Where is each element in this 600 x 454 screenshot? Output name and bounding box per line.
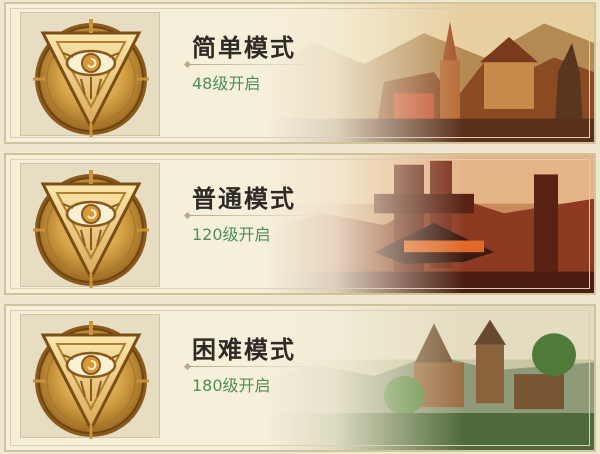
mode-emblem-frame [20, 314, 160, 438]
mode-emblem-frame [20, 163, 160, 287]
mode-card-normal[interactable]: 普通模式 120级开启 [4, 153, 596, 295]
mode-card-easy[interactable]: 简单模式 48级开启 [4, 2, 596, 144]
eye-triangle-emblem-icon [29, 166, 153, 290]
unlock-level-text: 48级开启 [192, 74, 261, 93]
mode-card-hard[interactable]: 困难模式 180级开启 [4, 304, 596, 452]
unlock-level-text: 180级开启 [192, 376, 271, 395]
mode-emblem-frame [20, 12, 160, 136]
mode-title: 困难模式 [192, 336, 296, 364]
title-divider [188, 366, 318, 367]
unlock-level-text: 120级开启 [192, 225, 271, 244]
mode-title: 普通模式 [192, 185, 296, 213]
title-divider [188, 215, 318, 216]
title-divider [188, 64, 318, 65]
mode-title: 简单模式 [192, 34, 296, 62]
mode-list: 简单模式 48级开启 普通模式 120级开启 困难模式 180级开启 [0, 0, 600, 454]
eye-triangle-emblem-icon [29, 317, 153, 441]
eye-triangle-emblem-icon [29, 15, 153, 139]
